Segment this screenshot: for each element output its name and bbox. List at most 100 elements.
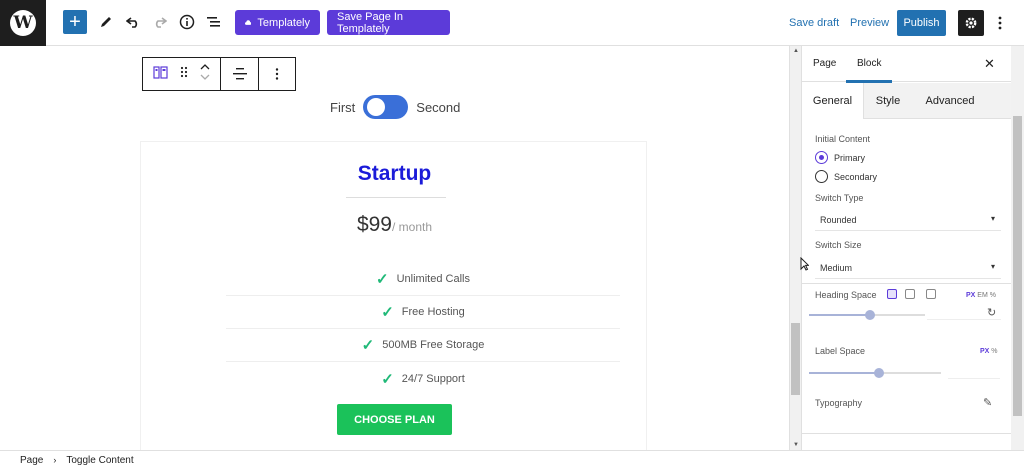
reset-icon[interactable]: ↻ bbox=[987, 306, 996, 319]
wordpress-logo-icon[interactable]: W bbox=[0, 0, 46, 46]
feature-label: Unlimited Calls bbox=[396, 273, 470, 285]
drag-handle-icon[interactable] bbox=[180, 65, 188, 83]
label-space-units[interactable]: PX % bbox=[980, 348, 998, 355]
slider-handle[interactable] bbox=[874, 368, 884, 378]
breadcrumb-toggle-content[interactable]: Toggle Content bbox=[66, 455, 133, 466]
sidebar-scroll-thumb[interactable] bbox=[1013, 116, 1022, 416]
breadcrumb-page[interactable]: Page bbox=[20, 455, 43, 466]
switch-type-select[interactable]: Rounded ▾ bbox=[815, 209, 1001, 231]
move-up-down-icon[interactable] bbox=[200, 63, 210, 85]
toggle-knob bbox=[367, 98, 386, 116]
label-space-label: Label Space bbox=[815, 346, 866, 356]
tab-style[interactable]: Style bbox=[864, 83, 912, 119]
templately-button-label: Templately bbox=[257, 16, 310, 29]
block-breadcrumb: Page › Toggle Content bbox=[0, 450, 1024, 469]
radio-secondary-label: Secondary bbox=[834, 171, 878, 182]
save-draft-button[interactable]: Save draft bbox=[789, 17, 839, 29]
switch-type-value: Rounded bbox=[820, 214, 857, 225]
block-sub-tabs: General Style Advanced bbox=[802, 83, 1012, 119]
radio-checked-icon bbox=[815, 151, 828, 164]
heading-space-label: Heading Space bbox=[815, 290, 877, 300]
check-icon: ✓ bbox=[361, 337, 375, 354]
editor-header: W + Templately Save Page In Templately S… bbox=[0, 0, 1024, 46]
slider-fill bbox=[809, 372, 879, 374]
pricing-card: Startup $99/ month ✓ Unlimited Calls ✓ Fre… bbox=[140, 141, 647, 450]
more-vertical-icon[interactable] bbox=[992, 11, 1008, 35]
toggle-switch[interactable] bbox=[363, 95, 409, 119]
save-in-templately-button[interactable]: Save Page In Templately bbox=[327, 10, 450, 35]
switch-size-label: Switch Size bbox=[815, 240, 862, 250]
align-icon[interactable] bbox=[221, 58, 259, 90]
radio-secondary[interactable]: Secondary bbox=[815, 170, 877, 183]
add-block-button[interactable]: + bbox=[63, 10, 87, 34]
cloud-icon bbox=[245, 19, 252, 25]
chevron-down-icon: ▾ bbox=[990, 262, 995, 271]
info-icon[interactable] bbox=[178, 10, 196, 34]
feature-item: ✓ 500MB Free Storage bbox=[226, 329, 620, 362]
check-icon: ✓ bbox=[381, 304, 394, 321]
pricing-price: $99/ month bbox=[141, 213, 648, 237]
price-period: / month bbox=[392, 220, 433, 234]
toggle-second-label[interactable]: Second bbox=[416, 100, 460, 115]
feature-label: 24/7 Support bbox=[401, 372, 465, 385]
heading-space-slider[interactable] bbox=[809, 310, 925, 320]
pricing-title: Startup bbox=[357, 162, 432, 185]
scroll-down-arrow-icon[interactable]: ▼ bbox=[793, 442, 799, 448]
tab-block[interactable]: Block bbox=[857, 58, 881, 69]
choose-plan-button[interactable]: CHOOSE PLAN bbox=[337, 404, 452, 435]
templately-button[interactable]: Templately bbox=[235, 10, 320, 35]
settings-sidebar: Page Block ✕ General Style Advanced Init… bbox=[801, 46, 1012, 450]
chevron-right-icon: › bbox=[53, 455, 57, 465]
sidebar-tabs: Page Block ✕ bbox=[802, 46, 1012, 83]
toggle-first-label[interactable]: First bbox=[330, 100, 355, 115]
canvas-scrollbar[interactable]: ▲ ▼ bbox=[789, 46, 801, 450]
feature-label: 500MB Free Storage bbox=[382, 339, 485, 351]
canvas-scroll-thumb[interactable] bbox=[791, 323, 800, 395]
heading-space-units[interactable]: PX EM % bbox=[966, 292, 996, 299]
typography-label: Typography bbox=[815, 398, 863, 408]
editor-canvas: First Second Startup $99/ month ✓ Unlimit… bbox=[0, 46, 789, 450]
publish-button[interactable]: Publish bbox=[897, 10, 946, 36]
undo-icon[interactable] bbox=[124, 10, 142, 34]
pencil-edit-icon[interactable]: ✎ bbox=[983, 396, 992, 409]
scroll-up-arrow-icon[interactable]: ▲ bbox=[793, 48, 799, 54]
content-toggle: First Second bbox=[330, 95, 460, 119]
block-mover-group bbox=[143, 58, 221, 90]
slider-handle[interactable] bbox=[865, 310, 875, 320]
radio-primary[interactable]: Primary bbox=[815, 151, 865, 164]
feature-item: ✓ Unlimited Calls bbox=[226, 263, 620, 296]
feature-item: ✓ 24/7 Support bbox=[226, 362, 620, 395]
close-icon[interactable]: ✕ bbox=[984, 56, 995, 72]
feature-label: Free Hosting bbox=[401, 306, 465, 318]
mouse-cursor-icon bbox=[800, 256, 810, 274]
wordpress-logo-letter: W bbox=[10, 10, 36, 36]
tab-general[interactable]: General bbox=[802, 83, 864, 119]
block-options-icon[interactable] bbox=[259, 58, 295, 90]
chevron-down-icon: ▾ bbox=[990, 214, 995, 223]
slider-fill bbox=[809, 314, 870, 316]
section-divider bbox=[802, 433, 1012, 434]
label-space-input[interactable] bbox=[948, 365, 1000, 379]
label-space-slider[interactable] bbox=[809, 368, 941, 378]
initial-content-label: Initial Content bbox=[815, 134, 871, 144]
title-divider bbox=[346, 197, 446, 198]
feature-item: ✓ Free Hosting bbox=[226, 296, 620, 329]
desktop-icon[interactable] bbox=[887, 289, 897, 299]
pencil-icon[interactable] bbox=[97, 10, 115, 34]
radio-unchecked-icon bbox=[815, 170, 828, 183]
list-view-icon[interactable] bbox=[205, 10, 223, 34]
tab-page[interactable]: Page bbox=[813, 58, 836, 69]
tab-advanced[interactable]: Advanced bbox=[912, 83, 988, 119]
section-divider bbox=[802, 283, 1012, 284]
sidebar-scrollbar[interactable] bbox=[1011, 46, 1024, 450]
redo-icon[interactable] bbox=[151, 10, 169, 34]
radio-primary-label: Primary bbox=[834, 152, 865, 163]
gear-icon[interactable] bbox=[958, 10, 984, 36]
tablet-icon[interactable] bbox=[905, 289, 915, 299]
check-icon: ✓ bbox=[376, 271, 389, 288]
toggle-block-icon[interactable] bbox=[153, 64, 169, 85]
switch-size-select[interactable]: Medium ▾ bbox=[815, 257, 1001, 279]
preview-button[interactable]: Preview bbox=[850, 17, 889, 29]
mobile-icon[interactable] bbox=[926, 289, 936, 299]
block-toolbar bbox=[142, 57, 296, 91]
